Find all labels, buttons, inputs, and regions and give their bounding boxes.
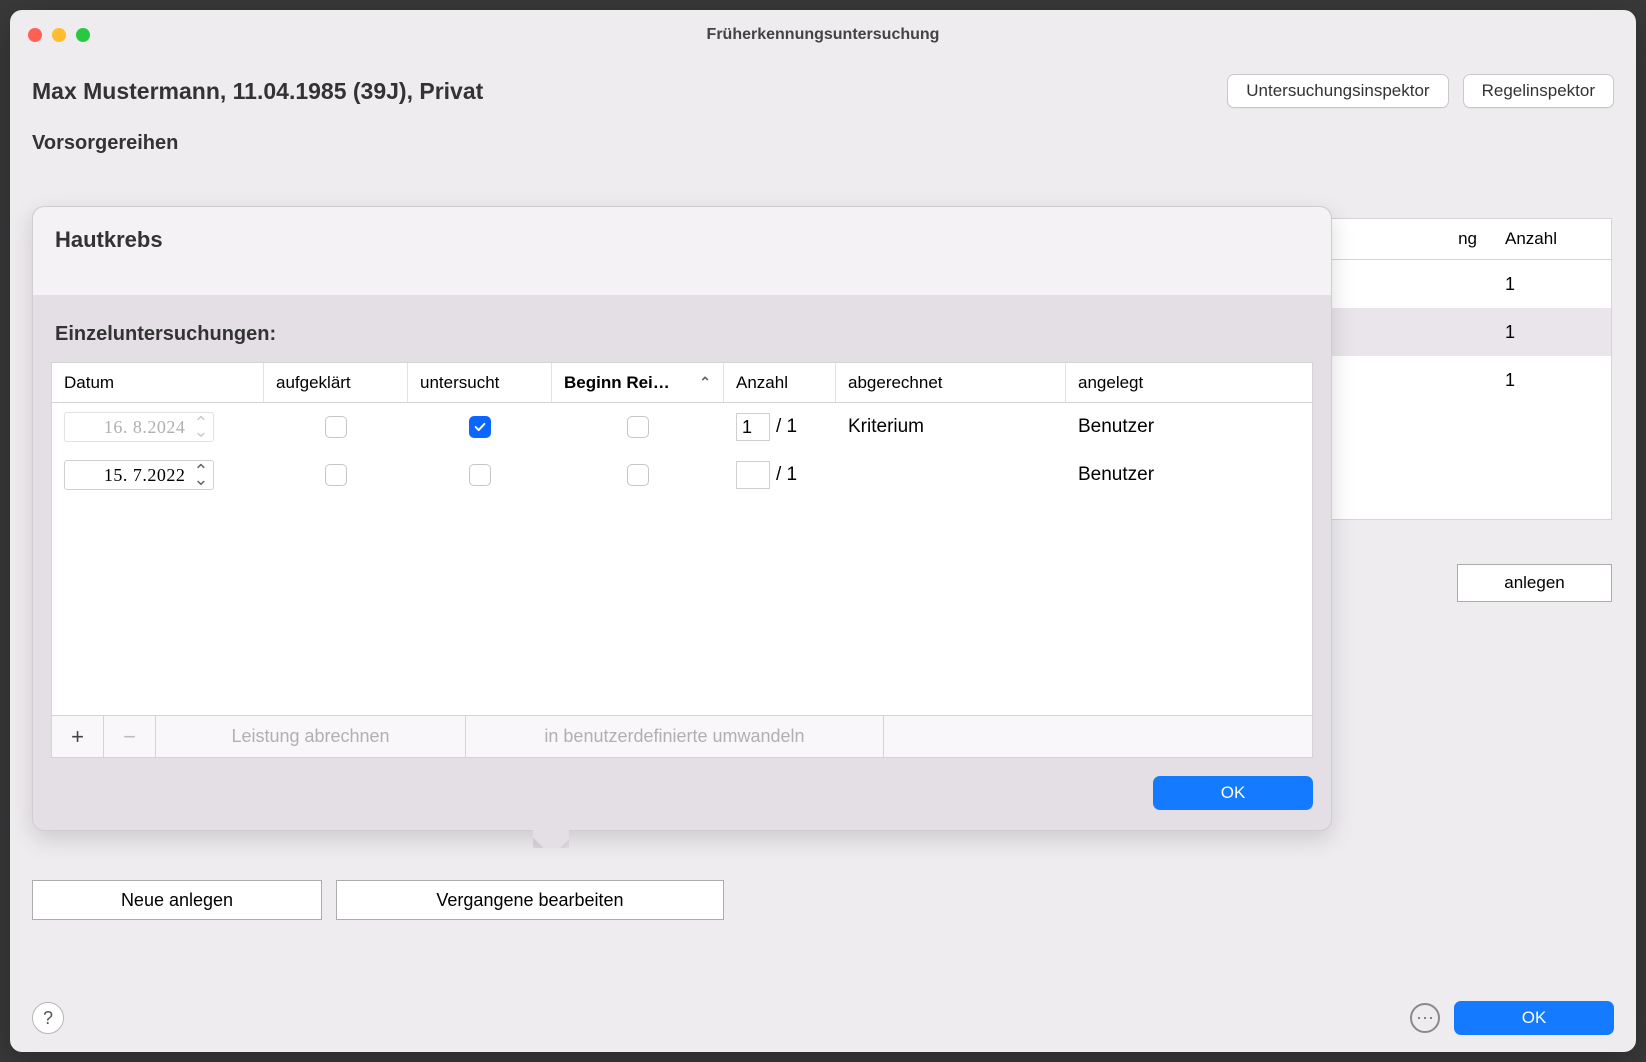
leistung-abrechnen-button[interactable]: Leistung abrechnen xyxy=(156,716,466,757)
footer-spacer xyxy=(884,716,1312,757)
stepper-down-icon: ⌄ xyxy=(193,475,209,483)
bg-anlegen-button[interactable]: anlegen xyxy=(1457,564,1612,602)
exam-table-footer: + − Leistung abrechnen in benutzerdefini… xyxy=(52,715,1312,757)
col-anzahl[interactable]: Anzahl xyxy=(724,363,836,402)
edit-past-button[interactable]: Vergangene bearbeiten xyxy=(336,880,724,920)
exam-table-body: 16. 8.2024 ⌃ ⌄ xyxy=(52,403,1312,715)
minimize-window-button[interactable] xyxy=(52,28,66,42)
untersucht-checkbox[interactable] xyxy=(469,464,491,486)
beginn-checkbox[interactable] xyxy=(627,464,649,486)
rules-inspector-button[interactable]: Regelinspektor xyxy=(1463,74,1614,108)
bg-row-anzahl: 1 xyxy=(1491,370,1611,391)
popover-title: Hautkrebs xyxy=(33,207,1331,295)
bg-row-anzahl: 1 xyxy=(1491,322,1611,343)
col-abgerechnet[interactable]: abgerechnet xyxy=(836,363,1066,402)
col-untersucht[interactable]: untersucht xyxy=(408,363,552,402)
window: Früherkennungsuntersuchung Max Musterman… xyxy=(10,10,1636,1052)
abgerechnet-value: Kriterium xyxy=(848,416,924,438)
examination-popover: Hautkrebs Einzeluntersuchungen: Datum au… xyxy=(32,206,1332,831)
more-options-button[interactable]: ⋯ xyxy=(1410,1003,1440,1033)
maximize-window-button[interactable] xyxy=(76,28,90,42)
question-icon: ? xyxy=(43,1008,53,1029)
date-value: 16. 8.2024 xyxy=(104,417,186,438)
aufgeklaert-checkbox[interactable] xyxy=(325,416,347,438)
header-buttons: Untersuchungsinspektor Regelinspektor xyxy=(1227,74,1614,108)
col-angelegt[interactable]: angelegt xyxy=(1066,363,1312,402)
date-input[interactable]: 16. 8.2024 ⌃ ⌄ xyxy=(64,412,214,442)
sort-ascending-icon: ⌃ xyxy=(699,374,711,391)
plus-icon: + xyxy=(71,724,84,750)
popover-arrow-icon xyxy=(533,830,569,848)
date-input[interactable]: 15. 7.2022 ⌃ ⌄ xyxy=(64,460,214,490)
date-stepper[interactable]: ⌃ ⌄ xyxy=(193,419,209,435)
convert-custom-button[interactable]: in benutzerdefinierte umwandeln xyxy=(466,716,884,757)
new-button[interactable]: Neue anlegen xyxy=(32,880,322,920)
popover-subtitle: Einzeluntersuchungen: xyxy=(33,295,1331,362)
col-beginn-reihe[interactable]: Beginn Rei… ⌃ xyxy=(552,363,724,402)
exam-row[interactable]: 16. 8.2024 ⌃ ⌄ xyxy=(52,403,1312,451)
remove-row-button[interactable]: − xyxy=(104,716,156,757)
aufgeklaert-checkbox[interactable] xyxy=(325,464,347,486)
add-row-button[interactable]: + xyxy=(52,716,104,757)
angelegt-value: Benutzer xyxy=(1078,416,1154,438)
col-beginn-label: Beginn Rei… xyxy=(564,373,670,393)
popover-ok-button[interactable]: OK xyxy=(1153,776,1313,810)
examination-inspector-button[interactable]: Untersuchungsinspektor xyxy=(1227,74,1448,108)
bg-row-anzahl: 1 xyxy=(1491,274,1611,295)
minus-icon: − xyxy=(123,724,136,750)
section-title: Vorsorgereihen xyxy=(10,130,1636,163)
checkmark-icon xyxy=(473,420,487,434)
exam-row[interactable]: 15. 7.2022 ⌃ ⌄ / 1 xyxy=(52,451,1312,499)
header-row: Max Mustermann, 11.04.1985 (39J), Privat… xyxy=(10,60,1636,130)
titlebar: Früherkennungsuntersuchung xyxy=(10,10,1636,60)
exam-table-header: Datum aufgeklärt untersucht Beginn Rei… … xyxy=(52,363,1312,403)
col-datum[interactable]: Datum xyxy=(52,363,264,402)
anzahl-input[interactable] xyxy=(736,413,770,441)
window-title: Früherkennungsuntersuchung xyxy=(707,26,940,44)
col-aufgeklaert[interactable]: aufgeklärt xyxy=(264,363,408,402)
date-stepper[interactable]: ⌃ ⌄ xyxy=(193,467,209,483)
patient-info: Max Mustermann, 11.04.1985 (39J), Privat xyxy=(32,78,483,105)
bg-col-partial: ng xyxy=(1444,229,1491,249)
help-button[interactable]: ? xyxy=(32,1002,64,1034)
anzahl-total: / 1 xyxy=(776,464,797,486)
untersucht-checkbox[interactable] xyxy=(469,416,491,438)
angelegt-value: Benutzer xyxy=(1078,464,1154,486)
main-ok-button[interactable]: OK xyxy=(1454,1001,1614,1035)
beginn-checkbox[interactable] xyxy=(627,416,649,438)
window-footer: ? ⋯ OK xyxy=(10,984,1636,1052)
anzahl-input[interactable] xyxy=(736,461,770,489)
anzahl-total: / 1 xyxy=(776,416,797,438)
date-value: 15. 7.2022 xyxy=(104,465,186,486)
exam-table: Datum aufgeklärt untersucht Beginn Rei… … xyxy=(51,362,1313,758)
bg-col-anzahl[interactable]: Anzahl xyxy=(1491,229,1611,249)
ellipsis-icon: ⋯ xyxy=(1416,1008,1434,1029)
traffic-lights xyxy=(28,28,90,42)
main-actions: Neue anlegen Vergangene bearbeiten xyxy=(32,880,724,920)
stepper-down-icon: ⌄ xyxy=(193,427,209,435)
close-window-button[interactable] xyxy=(28,28,42,42)
